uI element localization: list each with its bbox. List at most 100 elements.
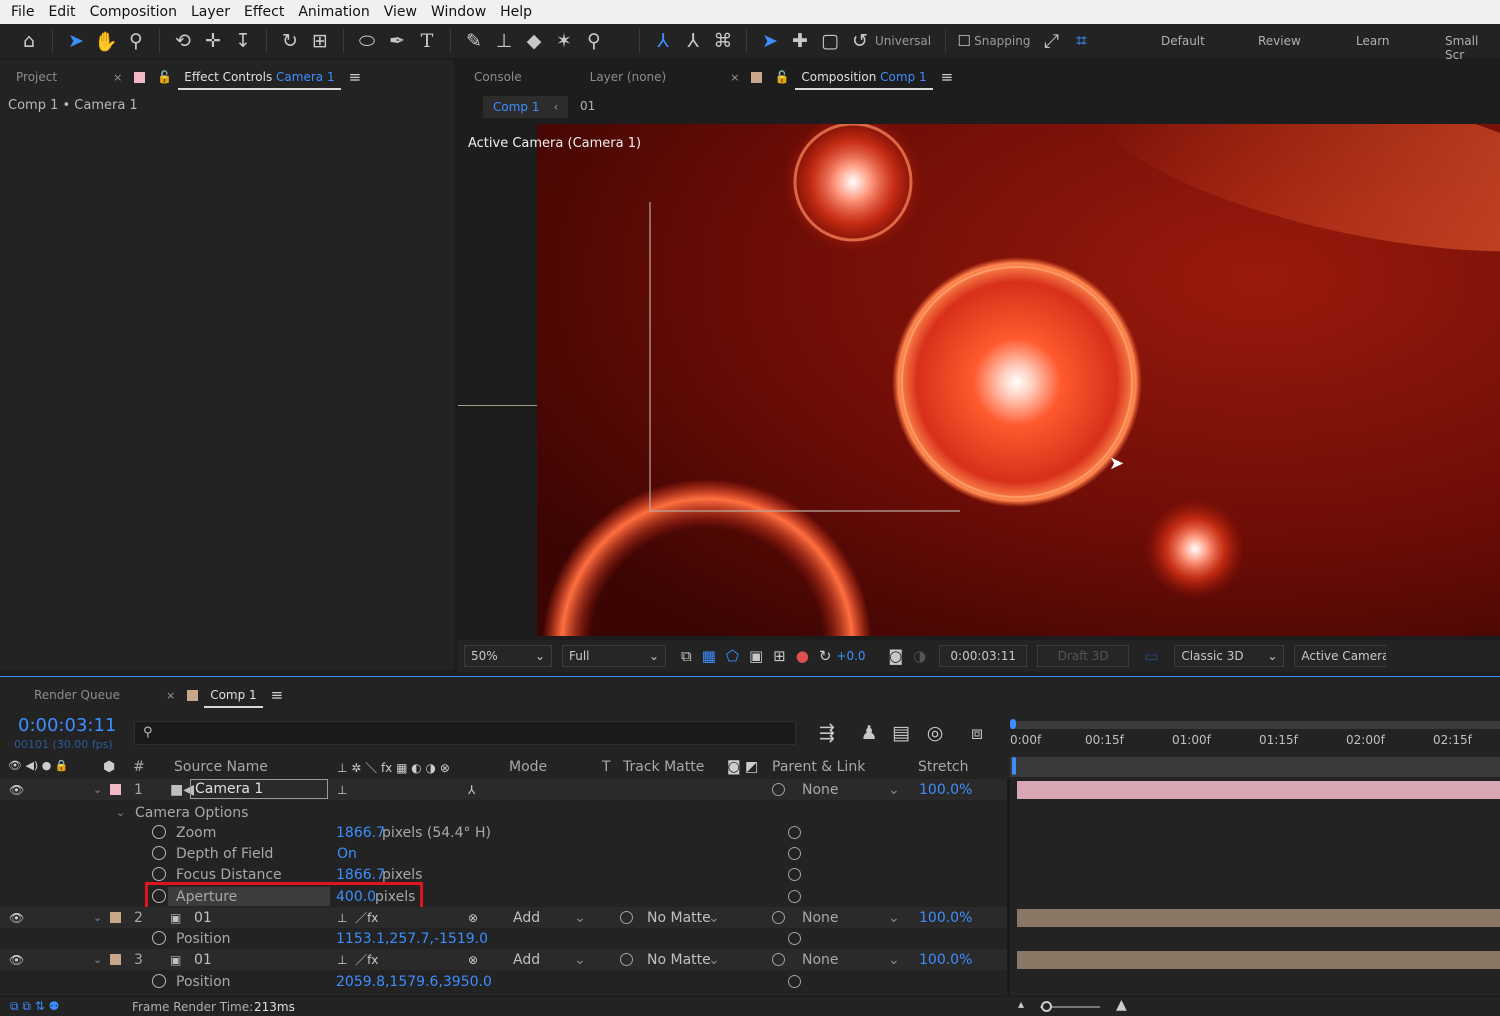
close-icon[interactable]: × — [113, 71, 122, 84]
pickwhip-icon[interactable] — [788, 975, 801, 988]
expand-chevron-icon[interactable]: ⌄ — [93, 911, 102, 924]
menu-effect[interactable]: Effect — [237, 0, 291, 24]
pan-camera-icon[interactable]: ✛ — [198, 27, 228, 55]
snapping-label[interactable]: Snapping — [974, 34, 1030, 48]
rotation-tool-icon[interactable]: ↻ — [275, 27, 305, 55]
region-of-interest-icon[interactable]: ▣ — [749, 647, 763, 665]
matte-pickwhip-icon[interactable] — [620, 911, 633, 924]
home-icon[interactable]: ⌂ — [14, 27, 44, 55]
zoom-out-icon[interactable]: ▴ — [1018, 997, 1024, 1011]
ground-plane-icon[interactable]: ▭ — [1144, 647, 1158, 665]
3d-select-icon[interactable]: ➤ — [755, 27, 785, 55]
shy-layers-icon[interactable]: ♟ — [854, 719, 884, 747]
label-swatch[interactable] — [110, 784, 121, 795]
layer-bar-01-b[interactable] — [1017, 951, 1500, 969]
zoom-value[interactable]: 1866.7 — [336, 825, 385, 841]
3d-view-dropdown[interactable]: Active Camera — [1294, 645, 1387, 667]
work-area-bar[interactable] — [1010, 721, 1500, 729]
pickwhip-icon[interactable] — [788, 826, 801, 839]
3d-move-icon[interactable]: ✚ — [785, 27, 815, 55]
draft-3d-toggle[interactable]: Draft 3D — [1037, 645, 1130, 667]
label-swatch[interactable] — [110, 954, 121, 965]
stopwatch-icon[interactable] — [152, 867, 166, 881]
expand-chevron-icon[interactable]: ⌄ — [116, 806, 125, 819]
ellipse-tool-icon[interactable]: ⬭ — [352, 27, 382, 55]
layer-bar-01-a[interactable] — [1017, 909, 1500, 927]
layer-switches[interactable]: ⊥ ／fx — [337, 909, 378, 926]
local-axis-icon[interactable]: ⅄ — [648, 27, 678, 55]
menu-animation[interactable]: Animation — [291, 0, 376, 24]
tab-composition[interactable]: Composition Comp 1 — [795, 62, 933, 92]
zoom-tool-icon[interactable]: ⚲ — [121, 27, 151, 55]
menu-composition[interactable]: Composition — [83, 0, 184, 24]
snapping-checkbox-icon[interactable]: ☐ — [954, 27, 974, 55]
track-matte-dropdown[interactable]: No Matte — [647, 952, 711, 968]
layer-name[interactable]: 01 — [194, 952, 212, 968]
pickwhip-icon[interactable] — [788, 847, 801, 860]
col-source-name[interactable]: Source Name — [174, 759, 268, 775]
menu-layer[interactable]: Layer — [184, 0, 237, 24]
expand-chevron-icon[interactable]: ⌄ — [93, 783, 102, 796]
layer-bar-camera[interactable] — [1017, 781, 1500, 799]
selection-tool-icon[interactable]: ➤ — [61, 27, 91, 55]
graph-editor-icon[interactable]: ⧈ — [962, 719, 992, 747]
3d-scale-icon[interactable]: ▢ — [815, 27, 845, 55]
show-snapshot-icon[interactable]: ◑ — [913, 647, 926, 665]
workspace-default[interactable]: Default — [1161, 34, 1205, 48]
snap-target-icon[interactable]: ⌗ — [1066, 27, 1096, 55]
channel-icon[interactable]: ● — [796, 647, 809, 665]
layer-row-01-b[interactable]: 👁 ⌄ 3 ▣ 01 ⊥ ／fx ⊗ Add ⌄ No Matte ⌄ None… — [0, 949, 1007, 970]
layer-row-camera[interactable]: 👁 ⌄ 1 ■◀ Camera 1 ⊥ ⅄ None ⌄ 100.0% — [0, 779, 1007, 800]
tab-project[interactable]: Project — [10, 62, 63, 92]
axis-mode-label[interactable]: Universal — [875, 34, 931, 48]
work-area-start-handle[interactable] — [1010, 719, 1016, 729]
orbit-camera-icon[interactable]: ⟲ — [168, 27, 198, 55]
roto-brush-icon[interactable]: ✶ — [549, 27, 579, 55]
stretch-value[interactable]: 100.0% — [919, 782, 972, 798]
hand-tool-icon[interactable]: ✋ — [91, 27, 121, 55]
blend-mode-dropdown[interactable]: Add — [513, 952, 540, 968]
visibility-eye-icon[interactable]: 👁 — [9, 953, 24, 967]
stretch-value[interactable]: 100.0% — [919, 910, 972, 926]
renderer-dropdown[interactable]: Classic 3D ⌄ — [1174, 645, 1285, 667]
type-tool-icon[interactable]: T — [412, 27, 442, 55]
shy-switch-icon[interactable]: ⊥ — [337, 783, 347, 797]
layer-switches[interactable]: ⊥ ／fx — [337, 951, 378, 968]
3d-rotate-icon[interactable]: ↺ — [845, 27, 875, 55]
current-time-display[interactable]: 0:00:03:11 — [939, 645, 1028, 667]
pickwhip-icon[interactable] — [788, 868, 801, 881]
panel-menu-icon[interactable]: ≡ — [271, 686, 284, 704]
menu-window[interactable]: Window — [424, 0, 493, 24]
matte-pickwhip-icon[interactable] — [620, 953, 633, 966]
view-axis-icon[interactable]: ⌘ — [708, 27, 738, 55]
stopwatch-icon[interactable] — [152, 931, 166, 945]
workspace-learn[interactable]: Learn — [1356, 34, 1390, 48]
focus-distance-value[interactable]: 1866.7 — [336, 867, 385, 883]
3d-layer-icon[interactable]: ⊗ — [468, 911, 478, 925]
zoom-in-icon[interactable]: ▲ — [1116, 997, 1127, 1013]
zoom-slider-handle[interactable] — [1041, 1001, 1052, 1012]
search-input[interactable]: ⚲ — [134, 721, 796, 745]
tab-render-queue[interactable]: Render Queue — [28, 680, 126, 710]
position-value[interactable]: 2059.8,1579.6,3950.0 — [336, 974, 492, 990]
magnification-dropdown[interactable]: 50% ⌄ — [464, 645, 552, 667]
3d-layer-icon[interactable]: ⊗ — [468, 953, 478, 967]
exposure-value[interactable]: +0.0 — [836, 649, 865, 663]
visibility-eye-icon[interactable]: 👁 — [9, 911, 24, 925]
lock-icon[interactable]: 🔓 — [157, 70, 172, 84]
workspace-small-screen[interactable]: Small Scr — [1445, 34, 1500, 62]
3d-layer-icon[interactable]: ⅄ — [468, 783, 475, 797]
blend-mode-dropdown[interactable]: Add — [513, 910, 540, 926]
pickwhip-icon[interactable] — [772, 783, 785, 796]
stopwatch-icon[interactable] — [152, 974, 166, 988]
camera-options-group[interactable]: ⌄ Camera Options — [0, 802, 1007, 823]
stretch-value[interactable]: 100.0% — [919, 952, 972, 968]
stopwatch-icon[interactable] — [152, 825, 166, 839]
parent-dropdown[interactable]: None — [802, 952, 839, 968]
label-swatch[interactable] — [110, 912, 121, 923]
tab-effect-controls[interactable]: Effect Controls Camera 1 — [178, 62, 341, 92]
grid-guides-icon[interactable]: ⊞ — [773, 647, 786, 665]
pen-tool-icon[interactable]: ✒ — [382, 27, 412, 55]
transparency-grid-icon[interactable]: ▦ — [702, 647, 716, 665]
snapshot-icon[interactable]: ◙ — [889, 647, 904, 665]
